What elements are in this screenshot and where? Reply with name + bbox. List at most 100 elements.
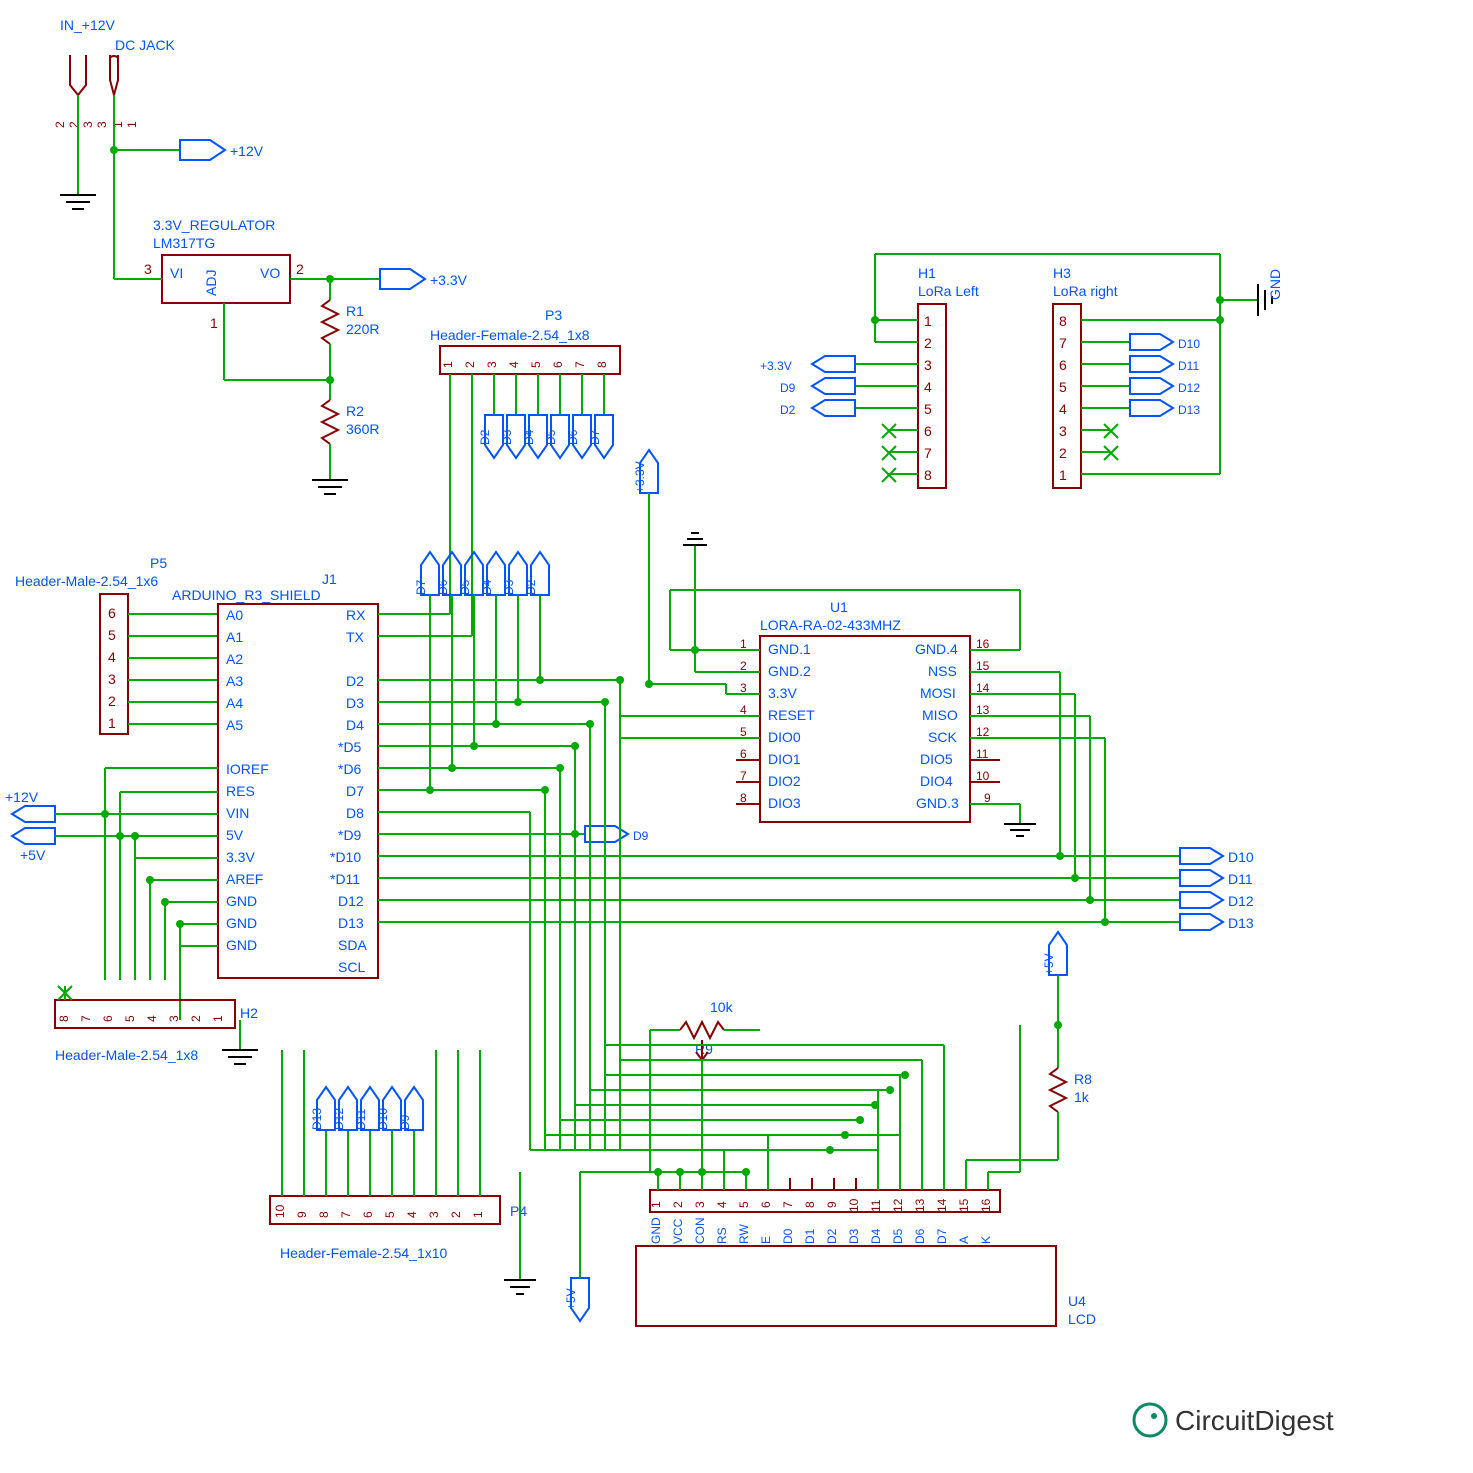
svg-text:10: 10 <box>847 1198 861 1212</box>
svg-text:GND.1: GND.1 <box>768 641 811 657</box>
svg-text:3.3V: 3.3V <box>768 685 797 701</box>
svg-text:5V: 5V <box>226 827 244 843</box>
svg-text:MOSI: MOSI <box>920 685 956 701</box>
svg-text:+12V: +12V <box>230 143 264 159</box>
svg-text:IN_+12V: IN_+12V <box>60 17 116 33</box>
svg-text:3.3V_REGULATOR: 3.3V_REGULATOR <box>153 217 275 233</box>
svg-text:ADJ: ADJ <box>203 270 219 296</box>
svg-text:9: 9 <box>825 1201 839 1208</box>
svg-text:D13: D13 <box>1228 915 1254 931</box>
svg-text:9: 9 <box>984 791 991 805</box>
svg-text:D13: D13 <box>338 915 364 931</box>
svg-text:1k: 1k <box>1074 1089 1090 1105</box>
svg-text:GND.3: GND.3 <box>916 795 959 811</box>
svg-text:RS: RS <box>715 1227 729 1244</box>
svg-text:1: 1 <box>125 121 139 128</box>
svg-text:3: 3 <box>693 1201 707 1208</box>
svg-text:Header-Male-2.54_1x8: Header-Male-2.54_1x8 <box>55 1047 198 1063</box>
svg-text:+3.3V: +3.3V <box>760 359 792 373</box>
svg-text:D8: D8 <box>346 805 364 821</box>
svg-text:3: 3 <box>108 671 116 687</box>
svg-text:R8: R8 <box>1074 1071 1092 1087</box>
net-3v3-u1: +3.3V <box>633 450 726 688</box>
svg-text:LCD: LCD <box>1068 1311 1096 1327</box>
svg-text:K: K <box>979 1236 993 1244</box>
svg-text:A3: A3 <box>226 673 243 689</box>
svg-text:H2: H2 <box>240 1005 258 1021</box>
svg-text:RW: RW <box>737 1224 751 1244</box>
svg-text:3: 3 <box>427 1211 441 1218</box>
svg-text:8: 8 <box>57 1015 71 1022</box>
svg-text:2: 2 <box>463 361 477 368</box>
svg-text:TX: TX <box>346 629 365 645</box>
svg-text:3: 3 <box>81 121 95 128</box>
svg-text:1: 1 <box>108 715 116 731</box>
svg-text:VCC: VCC <box>671 1218 685 1244</box>
nets-mid-d2-d7: D7 D6 D5 D4 D3 D2 <box>414 552 549 794</box>
lora-u1: U1 LORA-RA-02-433MHZ GND.1 GND.2 3.3V RE… <box>571 533 1180 926</box>
svg-text:3: 3 <box>1059 423 1067 439</box>
svg-text:D2: D2 <box>524 579 538 595</box>
svg-text:2: 2 <box>53 121 67 128</box>
svg-text:CON: CON <box>693 1217 707 1244</box>
svg-text:16: 16 <box>979 1198 993 1212</box>
svg-text:RESET: RESET <box>768 707 815 723</box>
svg-text:3.3V: 3.3V <box>226 849 255 865</box>
svg-text:A5: A5 <box>226 717 243 733</box>
svg-text:7: 7 <box>924 445 932 461</box>
svg-text:VO: VO <box>260 265 280 281</box>
svg-text:D13: D13 <box>1178 403 1200 417</box>
svg-text:D9: D9 <box>398 1114 412 1130</box>
svg-text:D4: D4 <box>522 429 536 445</box>
svg-text:DC JACK: DC JACK <box>115 37 176 53</box>
lcd-wiring <box>530 676 909 1154</box>
svg-text:LoRa right: LoRa right <box>1053 283 1118 299</box>
svg-text:8: 8 <box>317 1211 331 1218</box>
svg-text:8: 8 <box>740 791 747 805</box>
svg-text:3: 3 <box>485 361 499 368</box>
svg-text:2: 2 <box>108 693 116 709</box>
svg-text:*D6: *D6 <box>338 761 362 777</box>
svg-text:Header-Female-2.54_1x8: Header-Female-2.54_1x8 <box>430 327 590 343</box>
svg-text:D11: D11 <box>1228 871 1253 887</box>
svg-text:360R: 360R <box>346 421 379 437</box>
svg-text:D11: D11 <box>1178 359 1199 373</box>
svg-text:13: 13 <box>976 703 990 717</box>
header-h3: H3 LoRa right 8 7 6 5 4 3 2 1 D10 D11 D1… <box>1053 254 1283 488</box>
svg-text:LM317TG: LM317TG <box>153 235 215 251</box>
svg-text:A2: A2 <box>226 651 243 667</box>
svg-text:D7: D7 <box>414 579 428 595</box>
svg-text:D3: D3 <box>500 429 514 445</box>
net-5v: +5V <box>1042 932 1067 1048</box>
svg-text:*D5: *D5 <box>338 739 362 755</box>
svg-text:D5: D5 <box>891 1228 905 1244</box>
svg-text:6: 6 <box>740 747 747 761</box>
svg-text:GND: GND <box>1267 269 1283 300</box>
svg-text:5: 5 <box>383 1211 397 1218</box>
svg-text:1: 1 <box>441 361 455 368</box>
header-h2: 8 7 6 5 4 3 2 1 H2 Header-Male-2.54_1x8 <box>55 986 258 1064</box>
resistor-r8: R8 1k <box>966 1048 1092 1190</box>
svg-text:MISO: MISO <box>922 707 958 723</box>
svg-text:DIO4: DIO4 <box>920 773 953 789</box>
svg-text:D7: D7 <box>935 1228 949 1244</box>
regulator-lm317: 3.3V_REGULATOR LM317TG VI VO ADJ 3 2 +3.… <box>114 150 468 494</box>
svg-text:7: 7 <box>79 1015 93 1022</box>
svg-text:U1: U1 <box>830 599 848 615</box>
svg-text:D5: D5 <box>458 579 472 595</box>
svg-text:13: 13 <box>913 1198 927 1212</box>
svg-text:A: A <box>957 1236 971 1244</box>
svg-text:D9: D9 <box>633 829 649 843</box>
svg-text:Header-Male-2.54_1x6: Header-Male-2.54_1x6 <box>15 573 158 589</box>
svg-text:8: 8 <box>803 1201 817 1208</box>
svg-text:LORA-RA-02-433MHZ: LORA-RA-02-433MHZ <box>760 617 901 633</box>
svg-text:3: 3 <box>95 121 109 128</box>
svg-text:10k: 10k <box>710 999 734 1015</box>
svg-text:8: 8 <box>924 467 932 483</box>
svg-text:7: 7 <box>781 1201 795 1208</box>
svg-text:4: 4 <box>715 1201 729 1208</box>
header-p4: P4 Header-Female-2.54_1x10 10 9 8 7 6 5 … <box>270 1050 527 1261</box>
svg-text:D2: D2 <box>346 673 364 689</box>
lcd-u4: U4 LCD GND VCC CON RS RW E D0 D1 D2 D3 D… <box>605 1025 1096 1327</box>
svg-text:+3.3V: +3.3V <box>430 272 468 288</box>
